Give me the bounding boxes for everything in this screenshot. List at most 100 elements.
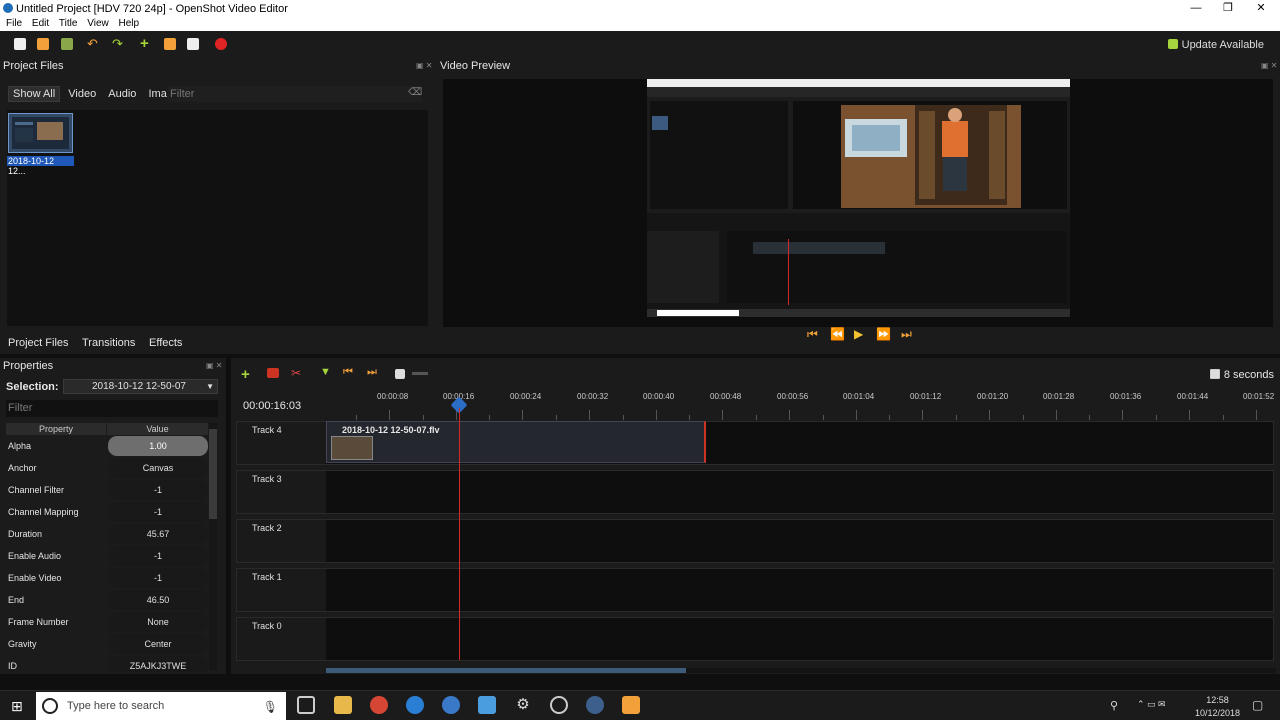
- people-icon[interactable]: ⚲: [1110, 699, 1118, 712]
- rewind-icon[interactable]: ⏪: [830, 327, 845, 341]
- center-playhead-icon[interactable]: [395, 369, 405, 379]
- zoom-seconds-toggle[interactable]: 8 seconds: [1209, 369, 1274, 381]
- taskbar-clock[interactable]: 12:58 10/12/2018: [1195, 694, 1240, 720]
- property-row-anchor[interactable]: Anchor Canvas: [6, 458, 208, 480]
- tab-show-all[interactable]: Show All: [8, 86, 61, 102]
- next-marker-icon[interactable]: ⏭: [367, 366, 377, 379]
- selection-dropdown[interactable]: 2018-10-12 12-50-07 ▼: [63, 379, 218, 394]
- notifications-icon[interactable]: ▢: [1252, 698, 1263, 712]
- property-row-channel-mapping[interactable]: Channel Mapping -1: [6, 502, 208, 524]
- system-tray-icons[interactable]: ⌃ ▭ ✉: [1137, 699, 1166, 710]
- ruler-tick: [1056, 410, 1057, 420]
- snapping-icon[interactable]: [267, 368, 279, 378]
- undo-icon[interactable]: ↶: [87, 37, 99, 50]
- property-row-alpha[interactable]: Alpha 1.00: [6, 436, 208, 458]
- track-header[interactable]: Track 2: [237, 520, 326, 562]
- menu-view[interactable]: View: [87, 17, 109, 31]
- track-2[interactable]: Track 2: [236, 519, 1274, 563]
- track-0[interactable]: Track 0: [236, 617, 1274, 661]
- panel-float-close-icon[interactable]: ▣ ✕: [206, 361, 222, 370]
- app-icon-orange[interactable]: [622, 696, 640, 714]
- property-row-duration[interactable]: Duration 45.67: [6, 524, 208, 546]
- menu-file[interactable]: File: [6, 17, 22, 31]
- jump-to-end-icon[interactable]: ⏭: [901, 327, 912, 342]
- property-row-frame-number[interactable]: Frame Number None: [6, 612, 208, 634]
- clear-filter-icon[interactable]: ⌫: [408, 87, 422, 98]
- timeline-ruler[interactable]: 00:00:08 00:00:16 00:00:24 00:00:32 00:0…: [325, 390, 1275, 420]
- minimize-button[interactable]: —: [1186, 1, 1206, 15]
- property-row-gravity[interactable]: Gravity Center: [6, 634, 208, 656]
- property-row-end[interactable]: End 46.50: [6, 590, 208, 612]
- scrollbar-thumb[interactable]: [209, 429, 217, 519]
- file-thumbnail[interactable]: [8, 113, 73, 153]
- export-video-icon[interactable]: [215, 38, 227, 50]
- save-project-icon[interactable]: [61, 38, 73, 50]
- property-row-enable-video[interactable]: Enable Video -1: [6, 568, 208, 590]
- properties-filter-input[interactable]: Filter: [6, 400, 218, 417]
- project-files-list[interactable]: 2018-10-12 12...: [7, 110, 428, 326]
- app-icon-globe[interactable]: [442, 696, 460, 714]
- close-button[interactable]: ✕: [1251, 1, 1271, 15]
- panel-float-close-icon[interactable]: ▣ ✕: [1261, 61, 1277, 70]
- tab-transitions[interactable]: Transitions: [82, 337, 135, 349]
- add-track-icon[interactable]: +: [241, 366, 250, 383]
- open-project-icon[interactable]: [37, 38, 49, 50]
- file-explorer-icon[interactable]: [334, 696, 352, 714]
- column-property[interactable]: Property: [6, 423, 106, 435]
- ruler-label: 00:01:04: [843, 392, 875, 401]
- track-header[interactable]: Track 1: [237, 569, 326, 611]
- new-project-icon[interactable]: [14, 38, 26, 50]
- menu-help[interactable]: Help: [119, 17, 140, 31]
- timeline-clip[interactable]: 2018-10-12 12-50-07.flv: [326, 421, 706, 463]
- fullscreen-icon[interactable]: [187, 38, 199, 50]
- windows-start-icon[interactable]: ⊞: [11, 698, 23, 715]
- zoom-slider[interactable]: [412, 372, 428, 375]
- maximize-button[interactable]: ❐: [1218, 1, 1238, 15]
- menu-edit[interactable]: Edit: [32, 17, 49, 31]
- column-value[interactable]: Value: [107, 423, 208, 435]
- track-header[interactable]: Track 4: [237, 422, 326, 464]
- track-header[interactable]: Track 0: [237, 618, 326, 660]
- ruler-label: 00:01:52: [1243, 392, 1275, 401]
- openshot-taskbar-icon[interactable]: [586, 696, 604, 714]
- property-row-enable-audio[interactable]: Enable Audio -1: [6, 546, 208, 568]
- app-icon-circle[interactable]: [550, 696, 568, 714]
- preview-canvas[interactable]: [443, 79, 1273, 327]
- tab-project-files[interactable]: Project Files: [8, 337, 69, 349]
- previous-marker-icon[interactable]: ⏮: [343, 366, 353, 379]
- preview-frame-image: [647, 79, 1070, 317]
- project-files-header: Project Files: [3, 60, 64, 72]
- scrollbar-thumb[interactable]: [326, 668, 686, 673]
- redo-icon[interactable]: ↷: [112, 37, 124, 50]
- microphone-icon[interactable]: 🎙: [263, 700, 278, 714]
- jump-to-start-icon[interactable]: ⏮: [807, 327, 818, 342]
- tab-effects[interactable]: Effects: [149, 337, 182, 349]
- update-available-button[interactable]: Update Available: [1167, 39, 1264, 51]
- add-marker-icon[interactable]: ▼: [320, 366, 331, 378]
- property-row-id[interactable]: ID Z5AJKJ3TWE: [6, 656, 208, 672]
- fast-forward-icon[interactable]: ⏩: [876, 327, 891, 341]
- app-icon-blue[interactable]: [406, 696, 424, 714]
- ruler-tick: [489, 415, 490, 420]
- ruler-tick: [589, 410, 590, 420]
- timeline-scrollbar[interactable]: [326, 668, 1276, 673]
- menu-title[interactable]: Title: [59, 17, 78, 31]
- chrome-icon[interactable]: [370, 696, 388, 714]
- properties-scrollbar[interactable]: [209, 423, 217, 670]
- settings-gear-icon[interactable]: ⚙: [514, 696, 532, 714]
- project-files-filter-input[interactable]: [167, 86, 422, 102]
- property-row-channel-filter[interactable]: Channel Filter -1: [6, 480, 208, 502]
- tab-video[interactable]: Video: [64, 87, 100, 101]
- play-icon[interactable]: ▶: [854, 327, 863, 341]
- panel-float-close-icon[interactable]: ▣ ✕: [416, 61, 432, 70]
- tab-audio[interactable]: Audio: [104, 87, 140, 101]
- track-1[interactable]: Track 1: [236, 568, 1274, 612]
- choose-profile-icon[interactable]: [164, 38, 176, 50]
- task-view-icon[interactable]: [297, 696, 315, 714]
- track-header[interactable]: Track 3: [237, 471, 326, 513]
- razor-icon[interactable]: ✂: [291, 366, 301, 380]
- import-files-icon[interactable]: +: [140, 36, 152, 51]
- taskbar-search-box[interactable]: Type here to search 🎙: [36, 692, 286, 720]
- app-icon-window[interactable]: [478, 696, 496, 714]
- track-3[interactable]: Track 3: [236, 470, 1274, 514]
